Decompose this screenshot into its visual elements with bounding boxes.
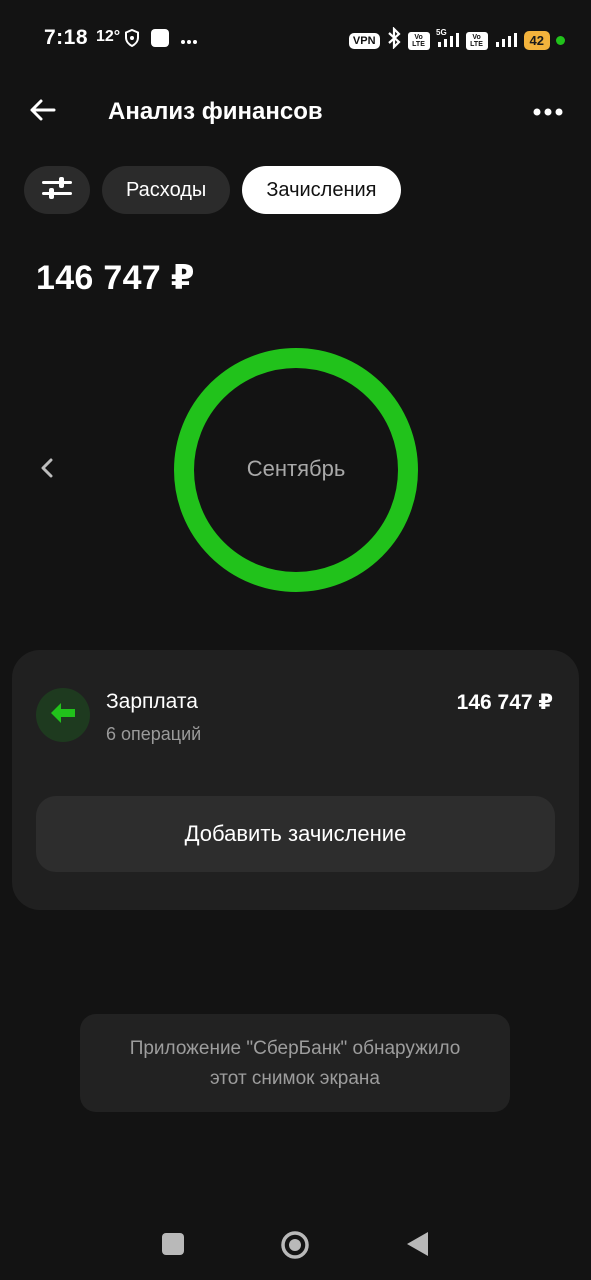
chart-area: Сентябрь	[0, 340, 591, 600]
svg-text:5G: 5G	[436, 28, 447, 37]
toast-line-1: Приложение "СберБанк" обнаружило	[129, 1038, 461, 1059]
status-bar: 7:18 12° VPN Vo LTE 5G Vo LTE 42	[0, 0, 591, 80]
previous-period-button[interactable]	[32, 452, 62, 488]
arrow-left-icon	[50, 702, 76, 729]
recents-icon[interactable]	[162, 1233, 184, 1255]
square-notification-icon	[150, 28, 170, 53]
category-amount: 146 747 ₽	[456, 691, 553, 714]
shield-icon	[124, 28, 140, 52]
bluetooth-icon	[386, 26, 402, 54]
sliders-icon	[40, 175, 74, 206]
income-category-icon	[36, 688, 90, 742]
chevron-left-icon	[40, 458, 54, 483]
signal-icon: 5G	[436, 28, 460, 53]
category-title: Зарплата	[106, 690, 198, 713]
add-income-button[interactable]: Добавить зачисление	[36, 796, 555, 872]
status-time: 7:18	[44, 26, 89, 49]
volte-badge: Vo LTE	[407, 31, 430, 50]
tabs-row: Расходы Зачисления	[24, 166, 401, 214]
app-header: Анализ финансов	[0, 88, 591, 136]
income-card: Зарплата 6 операций 146 747 ₽ Добавить з…	[12, 650, 579, 910]
more-button[interactable]	[531, 98, 565, 126]
period-label: Сентябрь	[246, 456, 346, 481]
tab-income[interactable]: Зачисления	[242, 166, 401, 214]
status-left-icons	[124, 28, 198, 53]
toast-line-2: этот снимок экрана	[210, 1068, 380, 1089]
volte-badge-2: Vo LTE	[465, 31, 488, 50]
more-horizontal-icon	[533, 103, 563, 121]
page-title: Анализ финансов	[108, 98, 323, 125]
total-amount: 146 747 ₽	[36, 259, 195, 297]
tab-expenses[interactable]: Расходы	[102, 166, 231, 214]
status-temperature: 12°	[96, 28, 121, 45]
vpn-badge: VPN	[348, 32, 380, 49]
arrow-left-icon	[28, 98, 56, 127]
home-icon[interactable]	[280, 1230, 310, 1260]
screenshot-toast: Приложение "СберБанк" обнаружило этот сн…	[80, 1014, 510, 1112]
category-operations: 6 операций	[106, 724, 202, 744]
status-right-icons: VPN Vo LTE 5G Vo LTE 42	[348, 26, 565, 54]
more-dots-icon	[180, 32, 198, 50]
filter-button[interactable]	[24, 166, 90, 214]
screen: 7:18 12° VPN Vo LTE 5G Vo LTE 42 Анализ …	[0, 0, 591, 1280]
system-nav-bar	[0, 1212, 591, 1276]
back-triangle-icon[interactable]	[404, 1230, 430, 1258]
signal-icon-2	[494, 28, 518, 53]
battery-icon: 42	[523, 31, 550, 50]
back-button[interactable]	[26, 96, 58, 128]
privacy-indicator-dot	[556, 36, 565, 45]
